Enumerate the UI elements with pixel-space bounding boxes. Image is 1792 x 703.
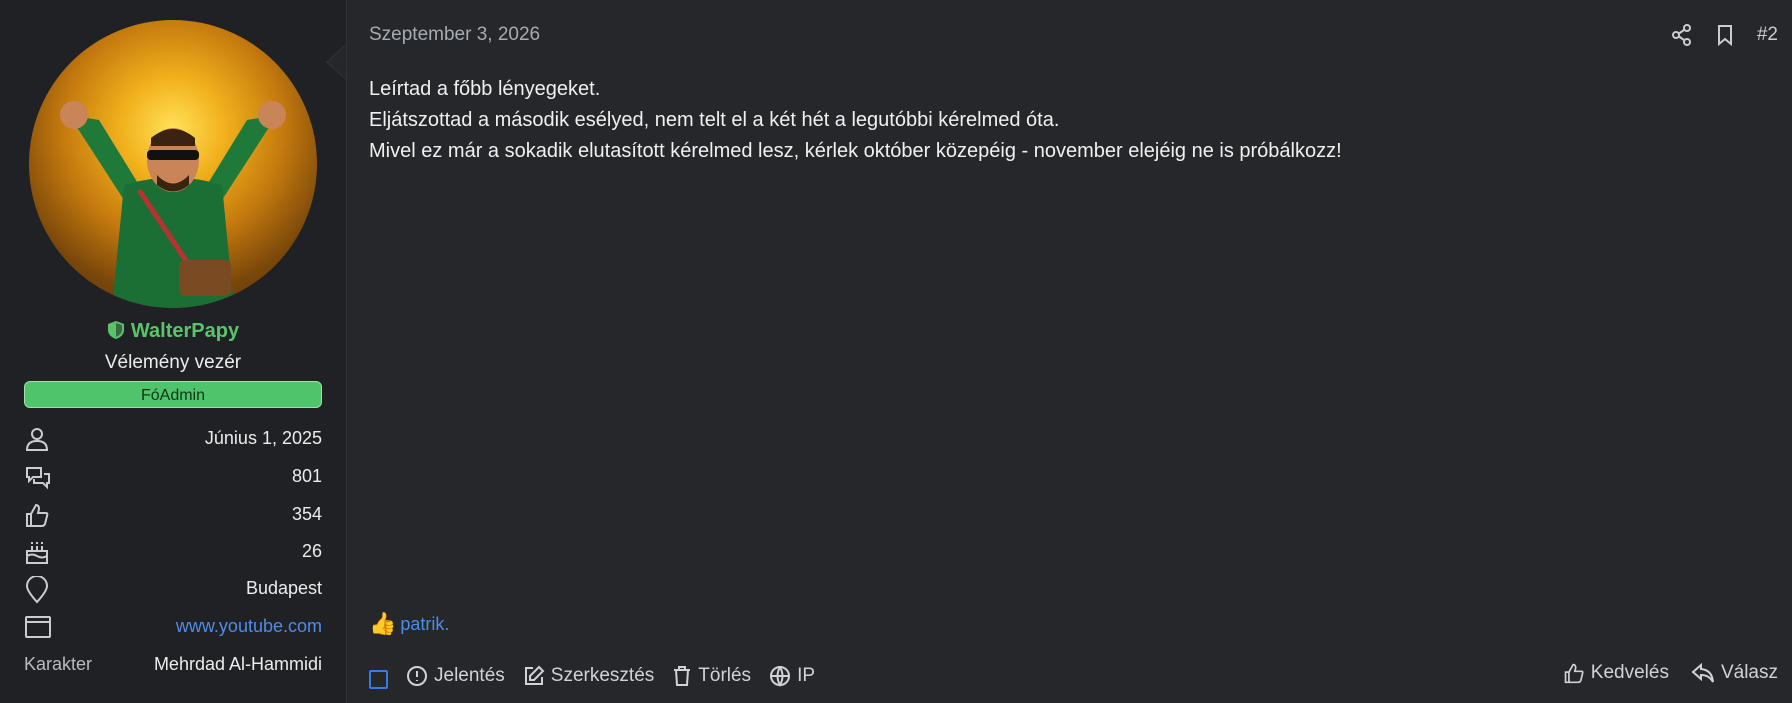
location-pin-icon [25,576,49,604]
username-label: WalterPapy [130,320,240,342]
ip-button[interactable]: IP [769,665,815,687]
role-badge: FóAdmin [24,381,322,408]
post-number[interactable]: #2 [1757,24,1778,46]
character-label: Karakter [24,654,93,674]
reactions-bar: 👍 patrik. [369,611,449,637]
edit-label: Szerkesztés [550,664,655,686]
post-top-actions: #2 [1671,24,1778,46]
user-sidebar: WalterPapy Vélemény vezér FóAdmin Június… [0,0,347,703]
joined-value: Június 1, 2025 [204,428,322,448]
delete-label: Törlés [698,664,752,686]
ip-label: IP [797,664,816,686]
like-reaction-icon: 👍 [369,611,397,636]
avatar[interactable] [29,20,317,308]
message-line: Mivel ez már a sokadik elutasított kérel… [369,140,1342,162]
user-icon [25,428,49,451]
reply-button[interactable]: Válasz [1691,662,1778,684]
thumbs-up-icon [26,503,49,527]
like-button[interactable]: Kedvelés [1563,662,1669,684]
footer-left-actions: Jelentés Szerkesztés Törlés IP [369,662,815,689]
age-value: 26 [301,541,322,561]
avatar-illustration [60,101,286,308]
birthday-cake-icon [26,542,48,564]
trash-icon [674,665,691,686]
messages-stat: 801 [24,462,322,492]
reactions-value: 354 [291,504,322,524]
website-stat: www.youtube.com [24,612,322,642]
website-icon [25,616,51,638]
website-link[interactable]: www.youtube.com [176,616,322,637]
post-main: Szeptember 3, 2026 #2 Leírtad a főbb lén… [346,0,1792,703]
message-line: Leírtad a főbb lényegeket. [369,78,601,100]
post-footer: Jelentés Szerkesztés Törlés IP Kedvelés … [369,662,1778,692]
alert-circle-icon [407,665,427,686]
character-stat: Karakter Mehrdad Al-Hammidi [24,650,322,680]
messages-value: 801 [291,466,322,486]
reply-icon [1691,662,1714,683]
reply-label: Válasz [1720,662,1778,683]
age-stat: 26 [24,537,322,567]
post-message: Leírtad a főbb lényegeket. Eljátszottad … [369,74,1769,167]
edit-icon [524,665,545,685]
username[interactable]: WalterPapy [0,320,346,346]
like-label: Kedvelés [1590,662,1669,683]
report-button[interactable]: Jelentés [406,665,505,687]
shield-icon [107,320,125,346]
user-title: Vélemény vezér [104,352,242,373]
report-label: Jelentés [434,664,505,686]
location-value: Budapest [245,578,322,598]
footer-right-actions: Kedvelés Válasz [1563,662,1778,684]
reaction-user-link[interactable]: patrik. [400,614,449,635]
select-checkbox[interactable] [369,670,388,689]
bookmark-icon[interactable] [1715,24,1735,46]
joined-stat: Június 1, 2025 [24,424,322,454]
globe-icon [770,665,791,687]
delete-button[interactable]: Törlés [672,665,751,687]
share-icon[interactable] [1671,24,1693,46]
messages-icon [26,467,50,490]
character-value: Mehrdad Al-Hammidi [153,654,322,674]
edit-button[interactable]: Szerkesztés [523,665,654,687]
location-stat: Budapest [24,574,322,604]
thumbs-up-icon [1564,663,1584,684]
reactions-stat: 354 [24,500,322,530]
forum-post: WalterPapy Vélemény vezér FóAdmin Június… [0,0,1792,703]
sidebar-pointer [326,44,346,80]
post-date[interactable]: Szeptember 3, 2026 [369,24,540,46]
message-line: Eljátszottad a második esélyed, nem telt… [369,109,1060,131]
